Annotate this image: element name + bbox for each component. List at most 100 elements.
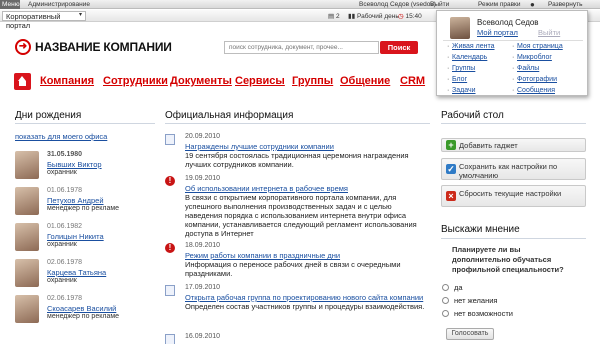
news-date: 16.09.2010 [185, 333, 221, 340]
nav-documents[interactable]: Документы [170, 75, 232, 87]
poll-option-radio[interactable] [442, 284, 449, 291]
employee-name-link[interactable]: Карцева Татьяна [47, 268, 106, 277]
files-link[interactable]: Файлы [512, 65, 539, 72]
vote-button[interactable]: Голосовать [446, 328, 494, 340]
search-button[interactable]: Поиск [380, 41, 418, 54]
microblog-link[interactable]: Микроблог [512, 54, 552, 61]
company-name[interactable]: НАЗВАНИЕ КОМПАНИИ [35, 40, 172, 54]
edit-mode-toggle[interactable]: Режим правки [478, 1, 521, 8]
employee-name-link[interactable]: Скоасарев Василий [47, 304, 116, 313]
desktop-title: Рабочий стол [441, 110, 504, 121]
save-default-settings-button[interactable]: ✓ Сохранить как настройки по умолчанию [441, 158, 586, 180]
reset-settings-button[interactable]: × Сбросить текущие настройки [441, 185, 586, 207]
chevron-down-icon[interactable]: ▾ [79, 11, 82, 18]
nav-crm[interactable]: CRM [400, 75, 425, 87]
my-portal-link[interactable]: Мой портал [477, 28, 518, 37]
current-user-label[interactable]: Всеволод Седов (vsedov) [359, 1, 436, 8]
employee-position: менеджер по рекламе [47, 313, 120, 320]
workday-icon: ▮▮ [348, 13, 357, 20]
home-icon[interactable] [14, 73, 31, 90]
employee-name-link[interactable]: Голицын Никита [47, 232, 104, 241]
portal-select[interactable]: Корпоративный портал [2, 11, 86, 30]
avatar[interactable] [15, 151, 39, 179]
avatar[interactable] [15, 187, 39, 215]
search-input[interactable] [224, 41, 379, 54]
poll-option-radio[interactable] [442, 310, 449, 317]
news-text: В связи с открытием корпоративного порта… [185, 193, 417, 238]
divider [441, 123, 586, 124]
birthday-item: 01.06.1978 Петухов Андрей менеджер по ре… [15, 187, 155, 219]
calendar-link[interactable]: Календарь [447, 54, 487, 61]
workday-label: Рабочий день [356, 13, 399, 20]
groups-link[interactable]: Группы [447, 65, 475, 72]
news-text: Информация о переносе рабочих дней в свя… [185, 260, 401, 278]
nav-groups[interactable]: Группы [292, 75, 333, 87]
birthday-item: 31.05.1980 Бывших Виктор охранник [15, 151, 155, 183]
photos-link[interactable]: Фотографии [512, 76, 557, 83]
save-icon: ✓ [446, 164, 456, 174]
news-title-link[interactable]: Открыта рабочая группа по проектированию… [185, 293, 423, 302]
news-text: Определен состав участников группы и про… [185, 302, 425, 311]
live-feed-link[interactable]: Живая лента [447, 43, 494, 50]
avatar[interactable] [450, 17, 470, 39]
news-text: 19 сентября состоялась традиционная цере… [185, 151, 409, 169]
message-counter[interactable]: ▤ 2 [328, 12, 340, 20]
avatar[interactable] [15, 223, 39, 251]
alert-icon: ! [165, 176, 175, 186]
employee-name-link[interactable]: Бывших Виктор [47, 160, 102, 169]
poll-option-label[interactable]: да [454, 283, 463, 292]
employee-name-link[interactable]: Петухов Андрей [47, 196, 104, 205]
divider [441, 238, 586, 239]
add-gadget-label: Добавить гаджет [459, 141, 518, 150]
news-date: 18.09.2010 [185, 242, 221, 249]
divider [165, 123, 430, 124]
my-page-link[interactable]: Моя страница [512, 43, 563, 50]
poll-option-label[interactable]: нет желания [454, 296, 497, 305]
messages-link[interactable]: Сообщения [512, 87, 555, 94]
news-title-link[interactable]: Награждены лучшие сотрудники компании [185, 142, 334, 151]
popup-logout-link[interactable]: Выйти [538, 28, 560, 37]
birthday-date: 01.06.1982 [47, 223, 83, 230]
employee-position: охранник [47, 169, 77, 176]
menu-button[interactable]: Меню [0, 0, 20, 9]
close-icon: × [446, 191, 456, 201]
divider [443, 40, 583, 41]
office-birthdays-link[interactable]: показать для моего офиса [15, 132, 107, 141]
news-date: 20.09.2010 [185, 133, 221, 140]
tasks-link[interactable]: Задачи [447, 87, 475, 94]
edit-toggle-icon[interactable]: ● [530, 0, 535, 9]
reset-settings-label: Сбросить текущие настройки [459, 189, 562, 198]
logo-icon[interactable]: ➜ [15, 39, 31, 55]
nav-employees[interactable]: Сотрудники [103, 75, 168, 87]
birthday-item: 02.06.1978 Скоасарев Василий менеджер по… [15, 295, 155, 327]
nav-company[interactable]: Компания [40, 75, 94, 87]
birthday-date: 31.05.1980 [47, 151, 83, 158]
birthday-item: 01.06.1982 Голицын Никита охранник [15, 223, 155, 255]
poll-question: Планируете ли вы дополнительно обучаться… [452, 245, 564, 274]
official-info-title: Официальная информация [165, 110, 294, 121]
expand-button[interactable]: Развернуть [548, 1, 582, 8]
birthday-date: 02.06.1978 [47, 295, 83, 302]
poll-option-label[interactable]: нет возможности [454, 309, 513, 318]
administration-link[interactable]: Администрирование [28, 1, 90, 8]
poll-option-radio[interactable] [442, 297, 449, 304]
workday-button[interactable]: ▮▮ Рабочий день [348, 12, 399, 20]
nav-communication[interactable]: Общение [340, 75, 390, 87]
add-gadget-button[interactable]: + Добавить гаджет [441, 138, 586, 152]
avatar[interactable] [15, 259, 39, 287]
user-name: Всеволод Седов [477, 18, 539, 27]
nav-services[interactable]: Сервисы [235, 75, 285, 87]
counter-value: 2 [335, 13, 340, 20]
clock-time: 15:40 [405, 13, 422, 20]
poll-title: Выскажи мнение [441, 224, 520, 235]
avatar[interactable] [15, 295, 39, 323]
employee-position: менеджер по рекламе [47, 205, 120, 212]
blog-link[interactable]: Блог [447, 76, 467, 83]
save-default-settings-label: Сохранить как настройки по умолчанию [459, 162, 558, 180]
news-title-link[interactable]: Режим работы компании в праздничные дни [185, 251, 340, 260]
alert-icon: ! [165, 243, 175, 253]
birthday-date: 01.06.1978 [47, 187, 83, 194]
logout-link[interactable]: Выйти [430, 1, 449, 8]
divider [15, 123, 155, 124]
news-title-link[interactable]: Об использовании интернета в рабочее вре… [185, 184, 348, 193]
